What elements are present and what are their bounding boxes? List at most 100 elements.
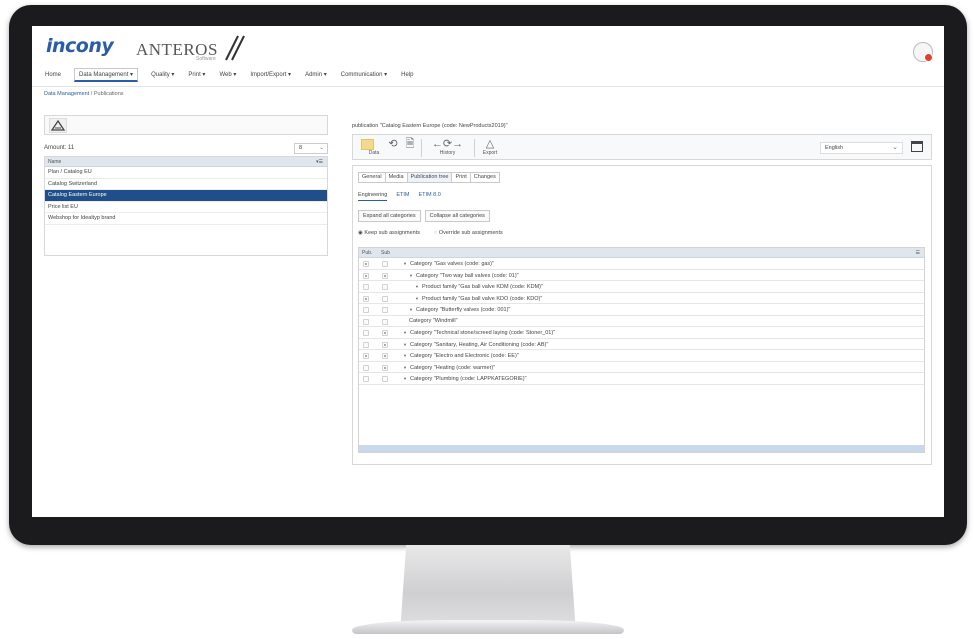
sub-checkbox[interactable] xyxy=(382,364,388,371)
subtab[interactable]: Engineering xyxy=(358,190,388,201)
menu-item[interactable]: Print ▾ xyxy=(187,68,206,82)
pub-checkbox[interactable] xyxy=(363,353,369,359)
tree-row[interactable]: ▼ Product family "Gas ball valve KDO (cod… xyxy=(359,293,924,304)
list-item[interactable]: Plan / Catalog EU xyxy=(45,167,327,179)
tree-row[interactable]: ▼ Category "Electro and Electronic (code:… xyxy=(359,350,924,362)
pub-checkbox[interactable] xyxy=(363,284,369,290)
expand-all-button[interactable]: Expand all categories xyxy=(358,210,421,222)
menu-item[interactable]: Data Management ▾ xyxy=(74,68,139,82)
tree-node[interactable]: Category "Windmill" xyxy=(409,316,458,328)
column-controls-icon[interactable]: ▾☰ xyxy=(316,157,323,167)
tree-row[interactable]: Category "Windmill" xyxy=(359,316,924,328)
expand-arrow-icon[interactable]: ▼ xyxy=(409,273,413,278)
category-actions: Expand all categories Collapse all categ… xyxy=(358,210,490,222)
tree-row[interactable]: ▼ Category "Technical stone/screed laying… xyxy=(359,327,924,339)
sub-column-header[interactable]: Sub xyxy=(381,248,390,258)
list-item[interactable]: Catalog Switzerland xyxy=(45,179,327,190)
history-label: History xyxy=(439,150,456,156)
tree-node-label: Product family "Gas ball valve KDO (code… xyxy=(421,295,543,302)
pub-checkbox[interactable] xyxy=(363,364,369,371)
breadcrumb-link[interactable]: Data Management xyxy=(44,91,89,97)
notification-badge xyxy=(924,53,933,62)
tree-row[interactable]: ▼ Category "Sanitary, Heating, Air Condit… xyxy=(359,339,924,350)
pub-column-header[interactable]: Pub. xyxy=(362,248,372,258)
subtab[interactable]: ETIM 8.0 xyxy=(419,190,441,201)
tree-row[interactable]: ▼ Category "Plumbing (code: LAPPKATEGORIE… xyxy=(359,373,924,385)
name-column-header[interactable]: Name xyxy=(48,159,61,165)
tab[interactable]: Print xyxy=(451,172,471,183)
pub-checkbox[interactable] xyxy=(363,318,369,325)
tree-node-label: Category "Two way ball valves (code: 01)… xyxy=(415,272,519,279)
tab[interactable]: Publication tree xyxy=(406,172,453,183)
subtab[interactable]: ETIM xyxy=(396,190,409,201)
undo-button[interactable]: ⟲ xyxy=(386,138,400,158)
sub-checkbox[interactable] xyxy=(382,284,388,290)
tree-row[interactable]: ▼ Category "Heating (code: warmer)" xyxy=(359,362,924,373)
sub-checkbox[interactable] xyxy=(382,261,388,267)
pub-checkbox[interactable] xyxy=(363,295,369,302)
publication-list-panel: Amount: 11 8 ⌄ Name ▾☰ Plan / Catalog EU C… xyxy=(44,115,328,265)
new-document-button[interactable]: 🗎 xyxy=(403,138,417,158)
collapse-all-button[interactable]: Collapse all categories xyxy=(424,210,490,222)
tree-row[interactable]: ▼ Product family "Gas ball valve KDM (cod… xyxy=(359,281,924,293)
export-button[interactable] xyxy=(49,118,67,133)
sub-checkbox[interactable] xyxy=(382,307,388,313)
data-button[interactable]: Data xyxy=(358,138,382,158)
tab[interactable]: Media xyxy=(384,172,408,183)
expand-arrow-icon[interactable]: ▼ xyxy=(403,342,407,347)
pub-checkbox[interactable] xyxy=(363,376,369,382)
pub-checkbox[interactable] xyxy=(363,307,369,313)
grid-menu-icon[interactable]: ☰ xyxy=(916,248,920,258)
sub-checkbox[interactable] xyxy=(382,341,388,348)
expand-arrow-icon[interactable]: ▼ xyxy=(403,365,407,370)
list-item[interactable]: Price list EU xyxy=(45,202,327,213)
assignment-options: ◉ Keep sub assignments ○ Override sub as… xyxy=(358,228,503,238)
menu-item[interactable]: Communication ▾ xyxy=(340,68,388,82)
menu-item[interactable]: Help xyxy=(400,68,414,82)
history-button[interactable]: ←⟳→ History xyxy=(425,138,470,158)
tree-node[interactable]: ▼ Category "Plumbing (code: LAPPKATEGORIE… xyxy=(403,373,527,386)
menu-item[interactable]: Web ▾ xyxy=(218,68,237,82)
sub-checkbox[interactable] xyxy=(382,272,388,279)
monitor-stand xyxy=(400,545,576,625)
tree-node-label: Category "Sanitary, Heating, Air Conditi… xyxy=(409,341,549,348)
data-icon xyxy=(361,139,374,150)
tree-row[interactable]: ▼ Category "Two way ball valves (code: 01… xyxy=(359,270,924,281)
tree-row[interactable]: ▼ Category "Butterfly valves (code: 001)" xyxy=(359,304,924,316)
menu-item[interactable]: Import/Export ▾ xyxy=(249,68,292,82)
expand-arrow-icon[interactable]: ▼ xyxy=(409,307,413,312)
export-toolbar-button[interactable]: △ Export xyxy=(478,138,502,158)
sub-checkbox[interactable] xyxy=(382,330,388,336)
keep-sub-assignments-radio[interactable]: ◉ Keep sub assignments xyxy=(358,228,420,238)
category-tree-grid: Pub. Sub ☰ ▼ Category "Gas valves (code: … xyxy=(358,247,925,453)
horizontal-scrollbar[interactable] xyxy=(359,445,924,452)
override-sub-assignments-radio[interactable]: ○ Override sub assignments xyxy=(434,228,503,238)
sub-checkbox[interactable] xyxy=(382,376,388,382)
language-select[interactable]: English ⌄ xyxy=(820,142,903,154)
expand-arrow-icon[interactable]: ▼ xyxy=(415,296,419,301)
expand-arrow-icon[interactable]: ▼ xyxy=(415,284,419,289)
menu-item[interactable]: Quality ▾ xyxy=(150,68,175,82)
pub-checkbox[interactable] xyxy=(363,272,369,279)
page-size-select[interactable]: 8 ⌄ xyxy=(294,143,328,154)
keep-sub-label: Keep sub assignments xyxy=(364,230,420,236)
list-item[interactable]: Catalog Eastern Europe xyxy=(45,190,327,202)
expand-arrow-icon[interactable]: ▼ xyxy=(403,353,407,358)
sub-checkbox[interactable] xyxy=(382,353,388,359)
tree-node-label: Category "Windmill" xyxy=(409,317,458,324)
expand-arrow-icon[interactable]: ▼ xyxy=(403,376,407,381)
pub-checkbox[interactable] xyxy=(363,261,369,267)
tab[interactable]: Changes xyxy=(469,172,500,183)
list-item[interactable]: Webshop for Idealtyp brand xyxy=(45,213,327,225)
tree-row[interactable]: ▼ Category "Gas valves (code: gas)" xyxy=(359,258,924,270)
pub-checkbox[interactable] xyxy=(363,341,369,348)
expand-arrow-icon[interactable]: ▼ xyxy=(403,261,407,266)
sub-checkbox[interactable] xyxy=(382,295,388,302)
expand-arrow-icon[interactable]: ▼ xyxy=(403,330,407,335)
menu-item[interactable]: Admin ▾ xyxy=(304,68,328,82)
maximize-window-icon[interactable] xyxy=(911,141,923,152)
menu-item[interactable]: Home xyxy=(44,68,62,82)
pub-checkbox[interactable] xyxy=(363,330,369,336)
sub-checkbox[interactable] xyxy=(382,318,388,325)
tab[interactable]: General xyxy=(358,172,386,183)
